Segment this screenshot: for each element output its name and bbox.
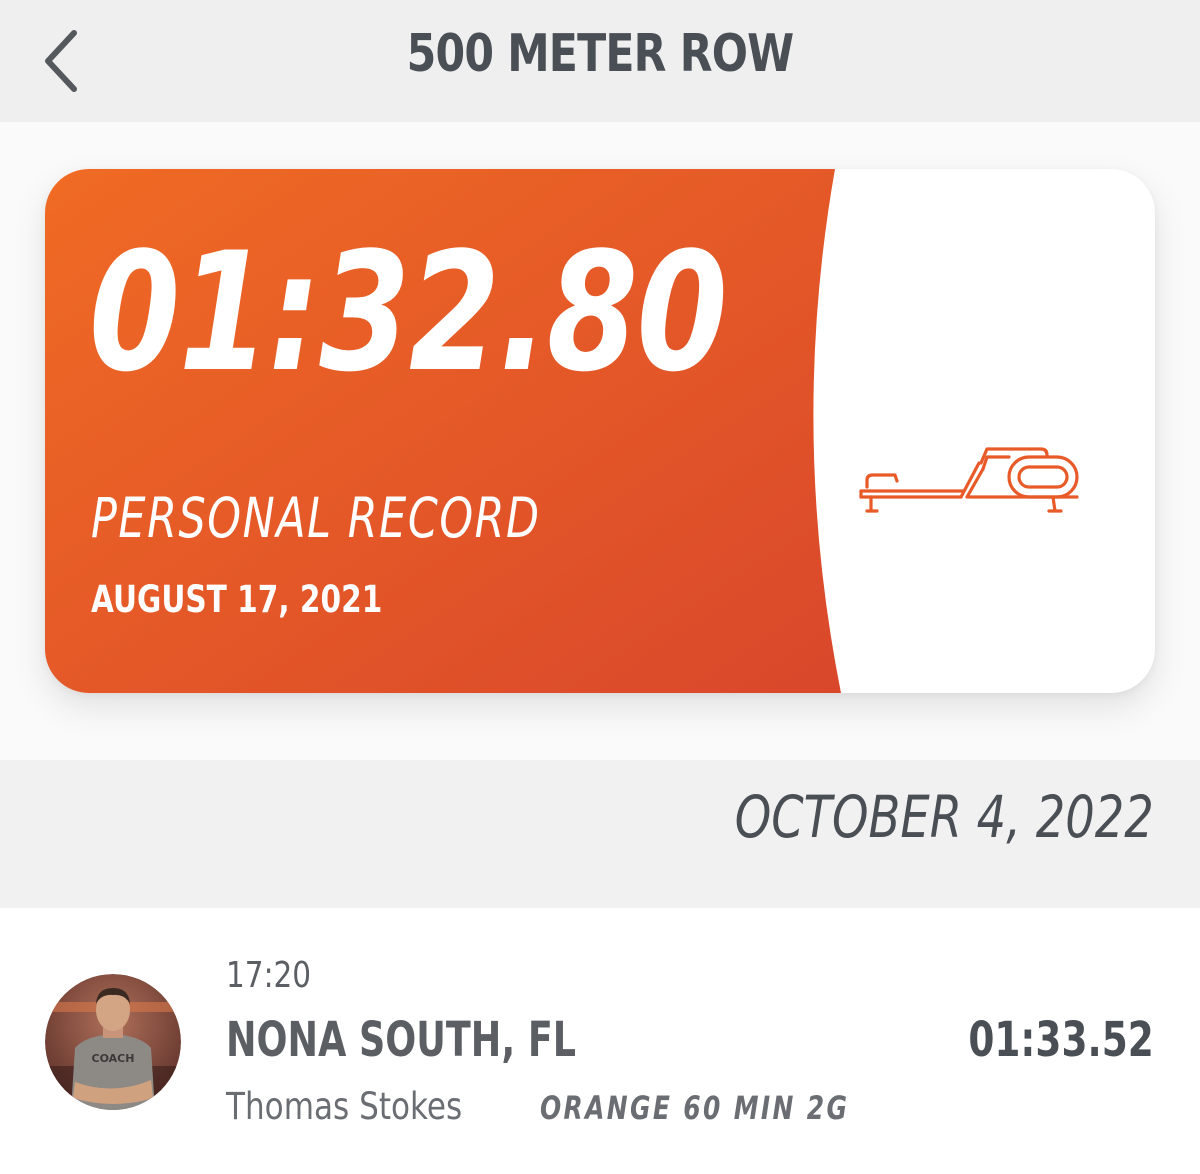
coach-class-line: Thomas Stokes ORANGE 60 MIN 2G (226, 1085, 847, 1128)
header: 500 METER ROW (0, 0, 1200, 122)
personal-record-section: 01:32.80 PERSONAL RECORD AUGUST 17, 2021 (0, 122, 1200, 760)
studio-name: NONA SOUTH, FL (226, 1012, 577, 1068)
avatar: COACH (45, 974, 181, 1110)
page: 500 METER ROW 01:32.80 PERSONAL RECORD A… (0, 0, 1200, 1174)
session-row[interactable]: COACH 17:20 NONA SOUTH, FL Thomas Stokes… (0, 908, 1200, 1174)
svg-text:COACH: COACH (92, 1052, 135, 1065)
record-time: 01:32.80 (89, 217, 728, 408)
back-button[interactable] (30, 22, 90, 100)
session-date: OCTOBER 4, 2022 (734, 783, 1154, 851)
session-time: 17:20 (226, 955, 312, 996)
record-date: AUGUST 17, 2021 (91, 578, 383, 621)
chevron-left-icon (45, 30, 77, 92)
coach-name: Thomas Stokes (226, 1085, 463, 1128)
rowing-machine-icon (859, 447, 1079, 513)
class-name: ORANGE 60 MIN 2G (540, 1089, 850, 1127)
page-title: 500 METER ROW (406, 24, 795, 84)
record-label: PERSONAL RECORD (91, 486, 541, 550)
session-result: 01:33.52 (968, 1012, 1154, 1068)
personal-record-card[interactable]: 01:32.80 PERSONAL RECORD AUGUST 17, 2021 (45, 169, 1155, 693)
session-date-header: OCTOBER 4, 2022 (0, 760, 1200, 908)
